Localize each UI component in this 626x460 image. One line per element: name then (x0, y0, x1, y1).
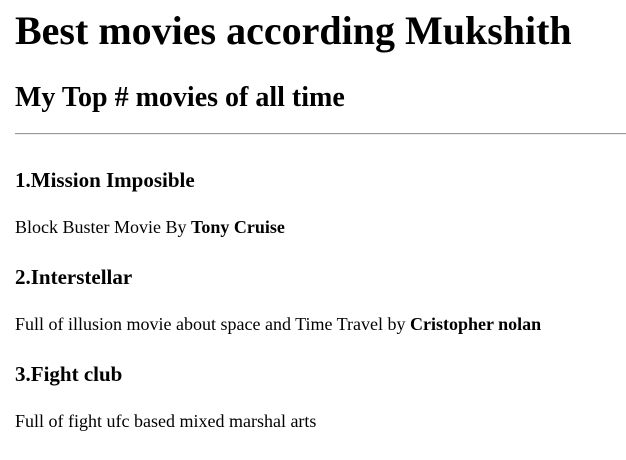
movie-description-text: Block Buster Movie By (15, 217, 191, 237)
page-subtitle: My Top # movies of all time (15, 82, 345, 113)
movie-description-text: Full of fight ufc based mixed marshal ar… (15, 411, 317, 431)
movie-title: 1.Mission Imposible (15, 168, 195, 192)
section-divider (15, 133, 626, 135)
movie-description: Block Buster Movie By Tony Cruise (15, 216, 285, 238)
movie-description: Full of fight ufc based mixed marshal ar… (15, 410, 316, 432)
page: Best movies according Mukshith My Top # … (0, 0, 626, 460)
page-title: Best movies according Mukshith (15, 8, 572, 53)
movie-description: Full of illusion movie about space and T… (15, 313, 541, 335)
movie-credit: Tony Cruise (191, 217, 285, 237)
movie-title: 3.Fight club (15, 362, 123, 386)
movie-description-text: Full of illusion movie about space and T… (15, 314, 410, 334)
movie-title: 2.Interstellar (15, 265, 133, 289)
movie-credit: Cristopher nolan (410, 314, 542, 334)
